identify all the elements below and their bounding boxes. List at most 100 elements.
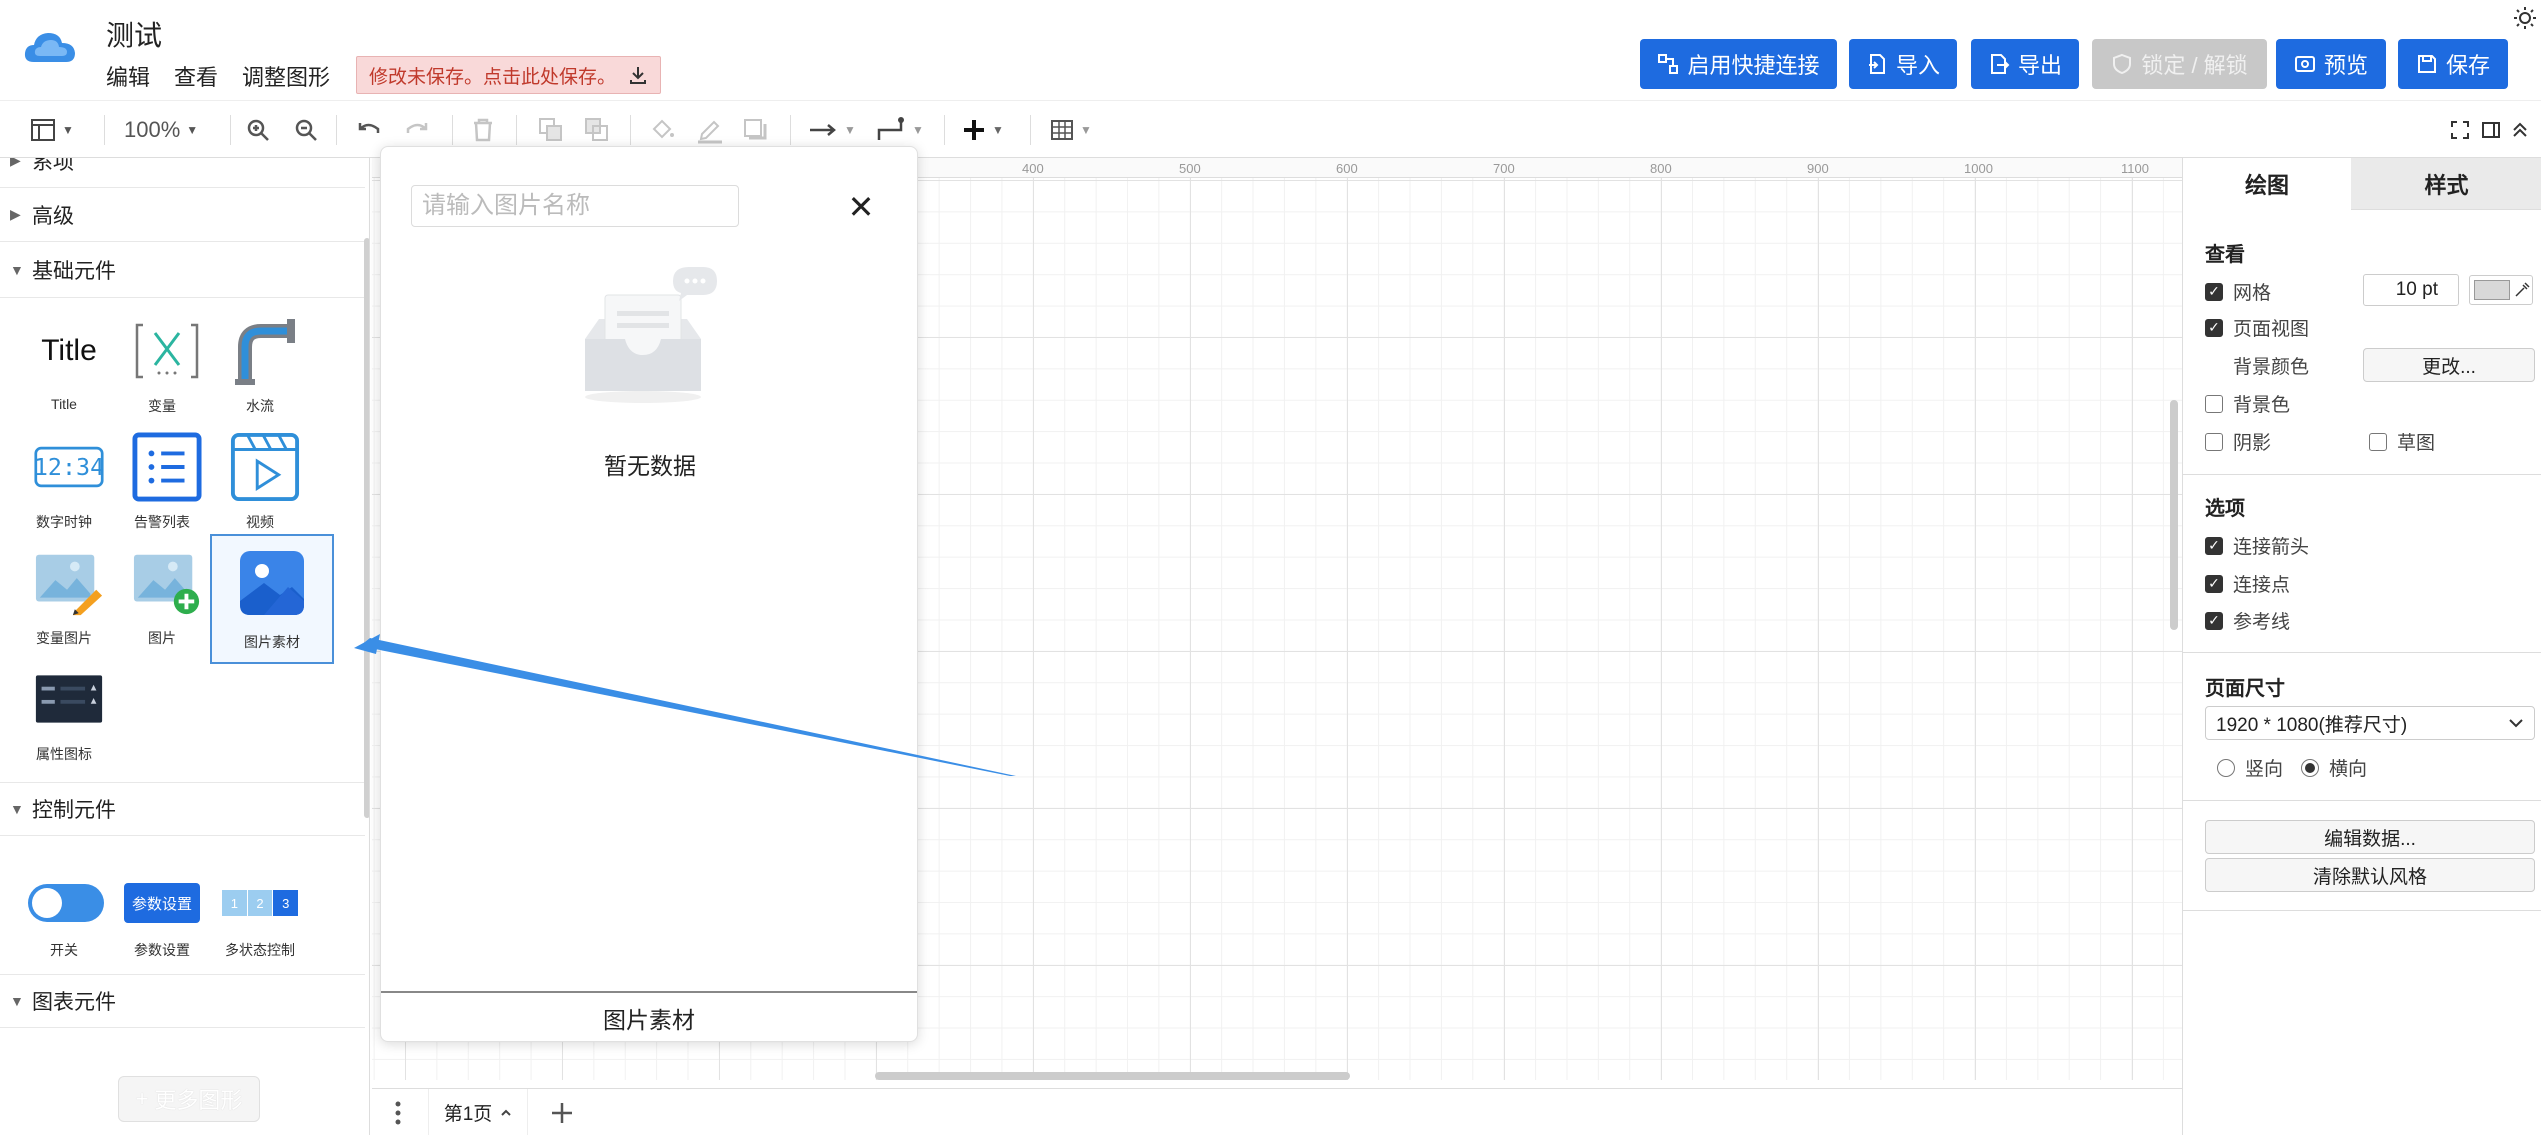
grid-checkbox-row[interactable]: ✓ 网格 <box>2205 278 2271 305</box>
section-header-misc[interactable]: ▶ 系项 <box>0 158 365 188</box>
checkbox-checked[interactable]: ✓ <box>2205 574 2223 593</box>
shape-alarm-list[interactable]: 告警列表 <box>112 422 212 534</box>
divider <box>104 115 105 145</box>
zoom-in-button[interactable] <box>246 113 270 147</box>
import-button[interactable]: 导入 <box>1849 39 1957 89</box>
page-tab-1[interactable]: 第1页 <box>428 1089 528 1135</box>
sketch-checkbox-row[interactable]: 草图 <box>2369 428 2435 455</box>
shape-variable[interactable]: 变量 <box>112 306 212 418</box>
checkbox-checked[interactable]: ✓ <box>2205 282 2223 301</box>
close-icon[interactable]: ✕ <box>841 187 881 227</box>
checkbox-checked[interactable]: ✓ <box>2205 611 2223 630</box>
shadow-checkbox-row[interactable]: 阴影 <box>2205 428 2271 455</box>
shape-variable-image[interactable]: 变量图片 <box>14 538 114 650</box>
undo-button[interactable] <box>356 113 382 147</box>
preview-button[interactable]: 预览 <box>2276 39 2386 89</box>
param-button-icon: 参数设置 <box>122 868 202 938</box>
zoom-select[interactable]: 100% ▼ <box>124 113 198 147</box>
format-panel: 绘图 样式 查看 ✓ 网格 10 pt ✓ 页面视图 背景颜色 更改... 背景色 … <box>2182 158 2541 1135</box>
radio-unselected[interactable] <box>2217 758 2235 777</box>
shape-digital-clock[interactable]: 12:34 数字时钟 <box>14 422 114 534</box>
shape-image-asset[interactable]: 图片素材 <box>210 534 334 664</box>
to-front-button[interactable] <box>538 113 564 147</box>
connect-points-checkbox-row[interactable]: ✓ 连接点 <box>2205 570 2290 597</box>
document-title[interactable]: 测试 <box>106 14 162 54</box>
side-panel-icon <box>2482 122 2500 138</box>
sun-icon[interactable] <box>2513 6 2537 30</box>
menu-edit[interactable]: 编辑 <box>106 60 150 92</box>
portrait-radio-row[interactable]: 竖向 <box>2217 754 2283 781</box>
shape-water-flow[interactable]: 水流 <box>210 306 310 418</box>
canvas-vertical-scrollbar[interactable] <box>2170 400 2178 630</box>
chevron-down-icon: ▼ <box>912 123 924 137</box>
shape-property-icon[interactable]: 属性图标 <box>14 654 114 766</box>
edit-data-button[interactable]: 编辑数据... <box>2205 820 2535 854</box>
shape-param-settings[interactable]: 参数设置 参数设置 <box>112 858 212 970</box>
shape-switch[interactable]: 开关 <box>14 858 114 970</box>
section-header-basic[interactable]: ▼ 基础元件 <box>0 242 365 298</box>
sidebar-scrollbar[interactable] <box>364 238 369 818</box>
guides-checkbox-row[interactable]: ✓ 参考线 <box>2205 607 2290 634</box>
section-header-chart[interactable]: ▼ 图表元件 <box>0 974 365 1028</box>
radio-selected[interactable] <box>2301 758 2319 777</box>
page-size-select[interactable]: 1920 * 1080(推荐尺寸) <box>2205 706 2535 740</box>
to-back-button[interactable] <box>584 113 610 147</box>
shadow-button[interactable] <box>742 113 768 147</box>
connect-arrows-checkbox-row[interactable]: ✓ 连接箭头 <box>2205 532 2309 559</box>
shape-title[interactable]: Title Title <box>14 306 114 418</box>
download-icon <box>630 67 647 84</box>
connection-style-select[interactable]: ▼ <box>808 113 856 147</box>
grid-size-input[interactable]: 10 pt <box>2363 274 2459 306</box>
insert-button[interactable]: ▼ <box>962 113 1004 147</box>
more-vertical-icon[interactable] <box>394 1101 402 1125</box>
save-button[interactable]: 保存 <box>2398 39 2508 89</box>
checkbox-checked[interactable]: ✓ <box>2205 536 2223 555</box>
table-button[interactable]: ▼ <box>1050 113 1092 147</box>
page-view-checkbox-row[interactable]: ✓ 页面视图 <box>2205 314 2309 341</box>
chevron-down-icon: ▼ <box>10 801 24 817</box>
arrow-right-icon <box>810 124 836 136</box>
format-panel-toggle[interactable]: ▼ <box>30 113 74 147</box>
tab-diagram[interactable]: 绘图 <box>2183 158 2351 210</box>
delete-button[interactable] <box>472 113 494 147</box>
lock-unlock-button[interactable]: 锁定 / 解锁 <box>2092 39 2267 89</box>
layout-panel-icon <box>31 119 55 141</box>
line-color-button[interactable] <box>696 113 724 147</box>
checkbox-unchecked[interactable] <box>2205 432 2223 451</box>
fullscreen-button[interactable] <box>2450 113 2470 147</box>
change-bg-button[interactable]: 更改... <box>2363 348 2535 382</box>
unsaved-notice[interactable]: 修改未保存。点击此处保存。 <box>356 56 662 94</box>
redo-button[interactable] <box>404 113 430 147</box>
quick-connect-button[interactable]: 启用快捷连接 <box>1640 39 1837 89</box>
export-button[interactable]: 导出 <box>1971 39 2079 89</box>
more-shapes-button[interactable]: + 更多图形 <box>118 1076 260 1122</box>
grid-color-swatch[interactable] <box>2469 275 2533 305</box>
menu-view[interactable]: 查看 <box>174 60 218 92</box>
bg-color-checkbox-row[interactable]: 背景色 <box>2205 390 2290 417</box>
checkbox-unchecked[interactable] <box>2205 394 2223 413</box>
chevron-up-icon[interactable] <box>500 1108 512 1118</box>
tab-style[interactable]: 样式 <box>2351 158 2541 210</box>
checkbox-unchecked[interactable] <box>2369 432 2387 451</box>
checkbox-checked[interactable]: ✓ <box>2205 318 2223 337</box>
add-page-icon[interactable] <box>550 1101 574 1125</box>
format-panel-button[interactable] <box>2481 113 2501 147</box>
chevron-down-icon: ▼ <box>10 993 24 1009</box>
waypoints-select[interactable]: ▼ <box>876 113 924 147</box>
image-add-icon <box>132 548 202 618</box>
shape-multi-state[interactable]: 1 2 3 多状态控制 <box>210 858 310 970</box>
fill-color-button[interactable] <box>650 113 676 147</box>
landscape-radio-row[interactable]: 横向 <box>2301 754 2367 781</box>
section-header-advanced[interactable]: ▶ 高级 <box>0 188 365 242</box>
section-header-control[interactable]: ▼ 控制元件 <box>0 782 365 836</box>
digital-clock-icon: 12:34 <box>34 432 104 502</box>
clear-default-style-button[interactable]: 清除默认风格 <box>2205 858 2535 892</box>
zoom-out-button[interactable] <box>294 113 318 147</box>
collapse-button[interactable] <box>2510 113 2530 147</box>
menu-arrange[interactable]: 调整图形 <box>242 60 330 92</box>
eye-icon <box>2294 56 2315 72</box>
shape-image[interactable]: 图片 <box>112 538 212 650</box>
image-name-search-input[interactable] <box>411 185 739 227</box>
shape-video[interactable]: 视频 <box>210 422 310 534</box>
canvas-horizontal-scrollbar[interactable] <box>875 1072 1350 1080</box>
